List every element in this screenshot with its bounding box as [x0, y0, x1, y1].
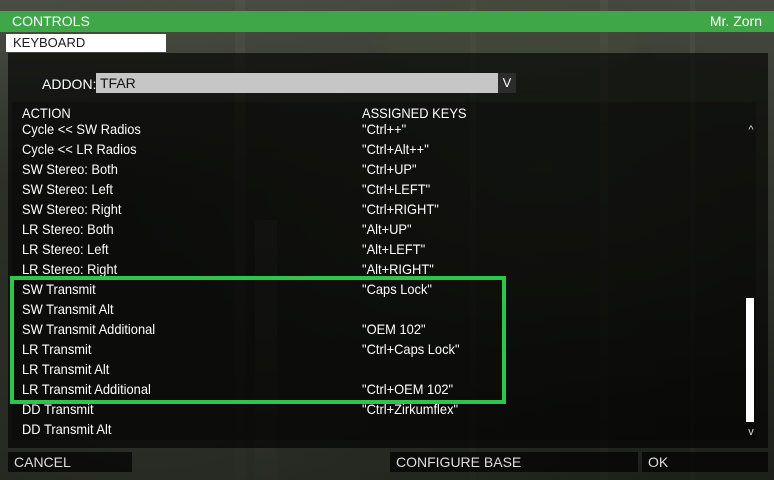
keybinding-row[interactable]: SW Stereo: Left "Ctrl+LEFT" — [0, 179, 740, 199]
keybinding-row[interactable]: SW Stereo: Right "Ctrl+RIGHT" — [0, 199, 740, 219]
scroll-up-arrow[interactable]: ^ — [746, 124, 756, 136]
keybinding-keys: "Ctrl+Caps Lock" — [362, 341, 460, 357]
keybinding-keys: "Ctrl+UP" — [362, 161, 417, 177]
keybinding-action: SW Transmit Additional — [22, 321, 156, 337]
keybinding-keys: "Alt+RIGHT" — [362, 261, 434, 277]
keybinding-row[interactable]: LR Transmit Additional "Ctrl+OEM 102" — [0, 379, 740, 399]
keybinding-keys: "OEM 102" — [362, 321, 426, 337]
keybinding-action: LR Transmit Additional — [22, 381, 151, 397]
addon-label: ADDON: — [42, 76, 97, 92]
keybinding-keys: "Ctrl+Zirkumflex" — [362, 401, 459, 417]
keybinding-row[interactable]: LR Stereo: Both "Alt+UP" — [0, 219, 740, 239]
addon-dropdown-value: TFAR — [100, 75, 136, 91]
chevron-down-icon[interactable]: V — [498, 73, 516, 93]
addon-dropdown[interactable]: TFAR V — [96, 73, 516, 93]
keybinding-action: Cycle << SW Radios — [22, 121, 141, 137]
keybinding-action: LR Transmit — [22, 341, 92, 357]
keybinding-row[interactable]: LR Stereo: Right "Alt+RIGHT" — [0, 259, 740, 279]
keybinding-action: SW Stereo: Left — [22, 181, 113, 197]
player-name: Mr. Zorn — [709, 13, 762, 29]
keybinding-keys: "Ctrl+OEM 102" — [362, 381, 454, 397]
keybinding-row[interactable]: SW Transmit Alt — [0, 299, 740, 319]
keybinding-action: DD Transmit — [22, 401, 94, 417]
keybinding-keys: "Alt+UP" — [362, 221, 412, 237]
keybinding-row[interactable]: DD Transmit "Ctrl+Zirkumflex" — [0, 399, 740, 419]
keybinding-row[interactable]: LR Transmit Alt — [0, 359, 740, 379]
keybinding-action: LR Stereo: Left — [22, 241, 109, 257]
keybinding-action: SW Transmit Alt — [22, 301, 114, 317]
keybinding-row[interactable]: Cycle << LR Radios "Ctrl+Alt++" — [0, 139, 740, 159]
controls-screen: CONTROLS Mr. Zorn KEYBOARD ADDON: TFAR V… — [0, 0, 774, 480]
keybinding-keys: "Ctrl++" — [362, 121, 407, 137]
keybinding-row[interactable]: DD Transmit Alt — [0, 419, 740, 439]
keybinding-row[interactable]: LR Transmit "Ctrl+Caps Lock" — [0, 339, 740, 359]
keybinding-action: Cycle << LR Radios — [22, 141, 137, 157]
tab-keyboard[interactable]: KEYBOARD — [6, 34, 166, 52]
keybinding-keys: "Alt+LEFT" — [362, 241, 426, 257]
keybinding-row[interactable]: Cycle << SW Radios "Ctrl++" — [0, 119, 740, 139]
title-bar: CONTROLS Mr. Zorn — [0, 11, 774, 32]
keybinding-row[interactable]: LR Stereo: Left "Alt+LEFT" — [0, 239, 740, 259]
keybinding-keys: "Caps Lock" — [362, 281, 433, 297]
keybinding-row[interactable]: SW Stereo: Both "Ctrl+UP" — [0, 159, 740, 179]
keybinding-action: LR Transmit Alt — [22, 361, 110, 377]
scroll-down-arrow[interactable]: v — [746, 426, 756, 438]
keybinding-action: SW Stereo: Right — [22, 201, 122, 217]
window-title: CONTROLS — [12, 13, 90, 29]
keybinding-action: LR Stereo: Both — [22, 221, 114, 237]
configure-base-button[interactable]: CONFIGURE BASE — [390, 452, 638, 472]
cancel-button[interactable]: CANCEL — [8, 452, 132, 472]
keybinding-action: DD Transmit Alt — [22, 421, 112, 437]
keybinding-action: SW Transmit — [22, 281, 96, 297]
keybinding-keys: "Ctrl+Alt++" — [362, 141, 429, 157]
keybinding-row[interactable]: SW Transmit "Caps Lock" — [0, 279, 740, 299]
keybinding-action: LR Stereo: Right — [22, 261, 118, 277]
keybinding-action: SW Stereo: Both — [22, 161, 118, 177]
keybinding-keys: "Ctrl+LEFT" — [362, 181, 431, 197]
scrollbar-thumb[interactable] — [746, 298, 754, 422]
keybinding-keys: "Ctrl+RIGHT" — [362, 201, 439, 217]
keybinding-row[interactable]: SW Transmit Additional "OEM 102" — [0, 319, 740, 339]
ok-button[interactable]: OK — [642, 452, 768, 472]
